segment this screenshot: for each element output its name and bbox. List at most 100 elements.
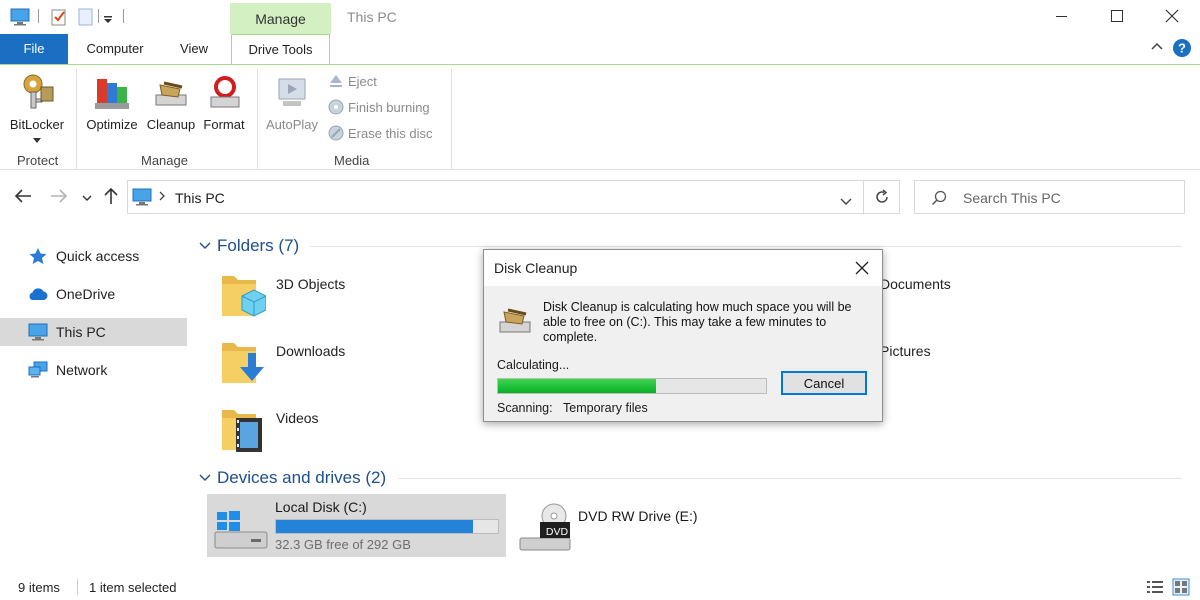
tab-drive-tools[interactable]: Drive Tools: [231, 34, 330, 65]
cleanup-label: Cleanup: [146, 117, 196, 132]
search-box[interactable]: Search This PC: [914, 180, 1185, 214]
finish-burning-button[interactable]: Finish burning: [328, 99, 430, 115]
eject-button[interactable]: Eject: [328, 73, 377, 89]
folder-label: Videos: [276, 410, 319, 426]
bitlocker-label: BitLocker: [9, 117, 65, 132]
bitlocker-button[interactable]: BitLocker: [6, 73, 68, 147]
ribbon-tabs: File Computer View Drive Tools ?: [0, 34, 1200, 65]
group-protect-label: Protect: [17, 153, 59, 168]
finish-burning-label: Finish burning: [348, 99, 430, 115]
divider: [310, 246, 1182, 247]
collapse-ribbon-icon[interactable]: [1150, 40, 1164, 57]
minimize-icon: [1056, 16, 1067, 17]
downloads-folder-icon: [222, 343, 264, 383]
computer-icon[interactable]: [10, 8, 30, 26]
computer-icon: [132, 188, 152, 209]
divider: [451, 69, 452, 169]
refresh-button[interactable]: [863, 180, 900, 214]
help-icon[interactable]: ?: [1172, 38, 1192, 61]
window-title: This PC: [347, 9, 397, 25]
devices-section-header[interactable]: Devices and drives (2): [199, 468, 386, 488]
svg-text:?: ?: [1178, 41, 1186, 56]
divider: [98, 9, 99, 23]
manage-context-tab[interactable]: Manage: [230, 3, 331, 34]
sidebar-item-label: Quick access: [56, 248, 140, 264]
format-button[interactable]: Format: [200, 73, 248, 132]
new-folder-icon[interactable]: [78, 8, 96, 26]
divider: [38, 9, 39, 23]
breadcrumb-separator-icon: [158, 190, 166, 205]
folder-item-3d-objects[interactable]: 3D Objects: [220, 270, 480, 328]
sidebar-item-network[interactable]: Network: [0, 356, 187, 384]
dropdown-arrow-icon: [33, 138, 41, 143]
item-count: 9 items: [18, 580, 60, 595]
dialog-message: Disk Cleanup is calculating how much spa…: [543, 300, 852, 344]
autoplay-button[interactable]: AutoPlay: [262, 73, 322, 132]
large-icons-view-icon[interactable]: [1172, 578, 1190, 599]
tab-file[interactable]: File: [0, 34, 68, 64]
sidebar-item-label: Network: [56, 362, 108, 378]
ribbon: BitLocker Protect Optimize Cleanup Forma…: [0, 64, 1200, 170]
cancel-button[interactable]: Cancel: [781, 371, 867, 395]
chevron-down-icon: [199, 474, 211, 481]
dialog-title: Disk Cleanup: [494, 260, 578, 276]
folders-header-label: Folders (7): [217, 236, 300, 255]
close-icon: [1165, 9, 1179, 23]
folder-item-videos[interactable]: Videos: [220, 404, 480, 462]
format-label: Format: [203, 117, 245, 132]
address-dropdown-chevron-icon[interactable]: [840, 194, 852, 209]
bitlocker-key-icon: [23, 74, 54, 109]
customize-toolbar-icon[interactable]: [102, 8, 120, 26]
dialog-title-bar[interactable]: Disk Cleanup: [484, 250, 882, 286]
3d-objects-folder-icon: [222, 276, 267, 317]
erase-disc-label: Erase this disc: [348, 125, 433, 141]
maximize-button[interactable]: [1089, 0, 1145, 32]
cleanup-button[interactable]: Cleanup: [143, 73, 199, 132]
scanning-label: Scanning:: [497, 401, 553, 415]
folder-label: Documents: [880, 276, 951, 292]
erase-disc-button[interactable]: Erase this disc: [328, 125, 433, 141]
disc-erase-icon: [328, 125, 344, 141]
sidebar-item-quick-access[interactable]: Quick access: [0, 242, 187, 270]
optimize-label: Optimize: [86, 117, 138, 132]
drive-item-local-disk[interactable]: Local Disk (C:) 32.3 GB free of 292 GB: [207, 494, 506, 557]
properties-icon[interactable]: [50, 8, 68, 26]
group-manage-label: Manage: [141, 153, 188, 168]
sidebar-item-this-pc[interactable]: This PC: [0, 318, 187, 346]
close-button[interactable]: [1144, 0, 1200, 32]
divider: [257, 69, 258, 169]
address-bar[interactable]: This PC: [127, 180, 864, 214]
search-placeholder: Search This PC: [963, 190, 1061, 206]
folder-label: 3D Objects: [276, 276, 346, 292]
back-arrow-icon[interactable]: [14, 188, 32, 207]
progress-fill: [498, 379, 657, 393]
chevron-down-icon: [199, 242, 211, 249]
folders-section-header[interactable]: Folders (7): [199, 236, 299, 256]
divider: [76, 69, 77, 169]
tab-view[interactable]: View: [166, 34, 222, 64]
title-bar: Manage This PC: [0, 0, 1200, 34]
tab-computer[interactable]: Computer: [76, 34, 154, 64]
folder-item-downloads[interactable]: Downloads: [220, 337, 480, 395]
optimize-icon: [95, 79, 129, 109]
divider: [77, 579, 78, 595]
forward-arrow-icon[interactable]: [50, 188, 68, 207]
cloud-icon: [29, 288, 48, 300]
dialog-close-button[interactable]: [850, 256, 874, 280]
star-icon: [29, 248, 47, 264]
close-icon: [855, 261, 869, 275]
optimize-button[interactable]: Optimize: [83, 73, 141, 132]
progress-bar: [497, 378, 767, 394]
drive-label: DVD RW Drive (E:): [578, 508, 698, 524]
sidebar-item-onedrive[interactable]: OneDrive: [0, 280, 187, 308]
minimize-button[interactable]: [1034, 0, 1090, 32]
recent-locations-chevron-icon[interactable]: [82, 191, 92, 206]
up-arrow-icon[interactable]: [103, 187, 119, 208]
drive-usage-fill: [276, 520, 474, 533]
details-view-icon[interactable]: [1146, 579, 1164, 598]
drive-item-dvd[interactable]: DVD DVD RW Drive (E:): [512, 494, 802, 557]
network-icon: [28, 361, 48, 378]
folder-label: Pictures: [880, 343, 931, 359]
breadcrumb-this-pc[interactable]: This PC: [175, 190, 225, 206]
drive-free-space: 32.3 GB free of 292 GB: [275, 537, 411, 552]
